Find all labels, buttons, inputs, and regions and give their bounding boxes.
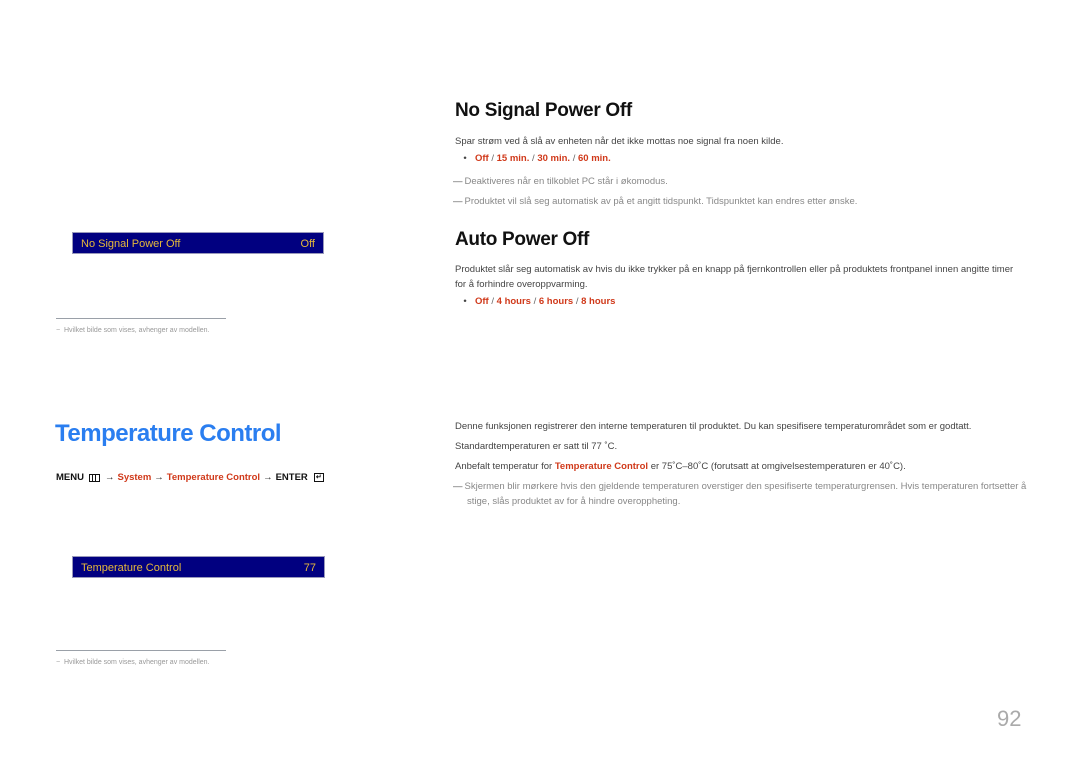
temperature-title: Temperature Control xyxy=(55,420,282,447)
osd-no-signal: No Signal Power Off Off xyxy=(72,232,324,254)
no-signal-note-1: — Deaktiveres når en tilkoblet PC står i … xyxy=(453,176,668,187)
bullet-icon: • xyxy=(463,153,467,164)
temp-para-3: Anbefalt temperatur for Temperature Cont… xyxy=(455,461,906,472)
option-off: Off xyxy=(475,153,489,164)
osd-value: Off xyxy=(300,238,315,250)
note-dash-icon: — xyxy=(453,196,463,207)
no-signal-options: • Off / 15 min. / 30 min. / 60 min. xyxy=(455,153,611,164)
temp-note: — Skjermen blir mørkere hvis den gjeldend… xyxy=(453,481,1027,507)
auto-power-title: Auto Power Off xyxy=(455,229,590,250)
osd-temperature: Temperature Control 77 xyxy=(72,556,325,578)
no-signal-title: No Signal Power Off xyxy=(455,100,632,121)
no-signal-desc: Spar strøm ved å slå av enheten når det … xyxy=(455,136,784,147)
footnote-1: − Hvilket bilde som vises, avhenger av m… xyxy=(56,327,210,334)
footnote-2: − Hvilket bilde som vises, avhenger av m… xyxy=(56,659,210,666)
note-dash-icon: — xyxy=(453,176,463,187)
osd-label: Temperature Control xyxy=(81,562,182,574)
option-60min: 60 min. xyxy=(577,153,611,164)
note-dash-icon: — xyxy=(453,481,463,492)
option-30min: 30 min. xyxy=(537,153,571,164)
auto-power-options: • Off / 4 hours / 6 hours / 8 hours xyxy=(455,296,615,307)
footnote-rule xyxy=(56,318,226,319)
enter-icon: ↵ xyxy=(313,473,324,482)
auto-power-desc: Produktet slår seg automatisk av hvis du… xyxy=(455,264,1014,290)
osd-label: No Signal Power Off xyxy=(81,238,181,250)
menu-icon xyxy=(88,473,100,482)
osd-value: 77 xyxy=(303,562,316,574)
page-number: 92 xyxy=(997,706,1022,731)
menu-path: MENU → System → Temperature Control → EN… xyxy=(56,472,324,483)
no-signal-note-2: — Produktet vil slå seg automatisk av på … xyxy=(453,196,858,207)
footnote-rule xyxy=(56,650,226,651)
temp-para-2: Standardtemperaturen er satt til 77 ˚C. xyxy=(455,441,618,452)
temp-para-1: Denne funksjonen registrerer den interne… xyxy=(455,421,972,432)
option-15min: 15 min. xyxy=(496,153,530,164)
bullet-icon: • xyxy=(463,296,467,307)
